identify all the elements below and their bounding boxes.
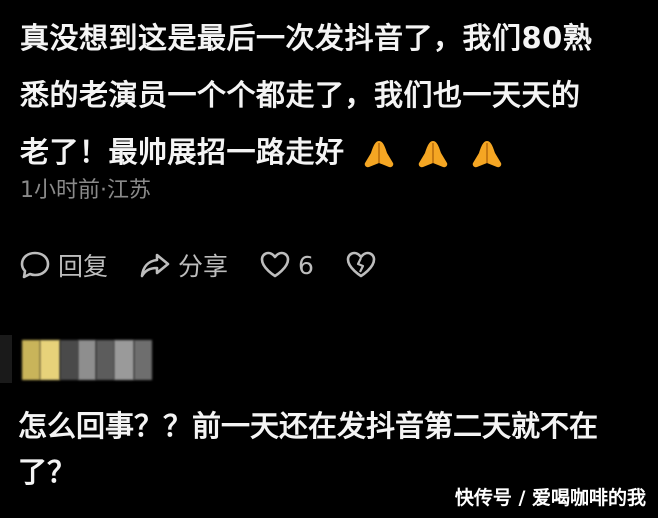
broken-heart-icon <box>346 251 376 278</box>
reply-comment-text: 怎么回事？？前一天还在发抖音第二天就不在了？ <box>18 409 599 489</box>
pray-icon <box>359 137 399 171</box>
comment-line-2: 悉的老演员一个个都走了，我们也一天天的 <box>20 78 581 112</box>
watermark: 快传号 / 爱喝咖啡的我 <box>454 487 646 509</box>
like-button[interactable]: 6 <box>258 248 314 282</box>
comment-actions: 回复 分享 6 <box>18 245 408 285</box>
like-count: 6 <box>298 250 314 280</box>
comment-line-3-text: 老了！最帅展招一路走好 <box>20 135 345 169</box>
comment-bubble-icon <box>20 251 50 279</box>
comment-line-1: 真没想到这是最后一次发抖音了，我们80熟 <box>20 21 593 55</box>
blurred-username <box>22 340 152 380</box>
reply-thread-marker <box>0 335 12 383</box>
comment-text: 真没想到这是最后一次发抖音了，我们80熟 悉的老演员一个个都走了，我们也一天天的… <box>20 10 645 181</box>
share-label: 分享 <box>178 252 229 281</box>
share-button[interactable]: 分享 <box>138 247 228 283</box>
reply-label: 回复 <box>58 252 109 281</box>
pray-icon <box>467 137 507 171</box>
dislike-button[interactable] <box>344 248 378 282</box>
heart-icon <box>260 251 290 278</box>
comment-meta: 1小时前·江苏 <box>20 178 151 203</box>
share-arrow-icon <box>140 253 170 278</box>
pray-icon <box>413 137 453 171</box>
reply-button[interactable]: 回复 <box>18 247 108 283</box>
